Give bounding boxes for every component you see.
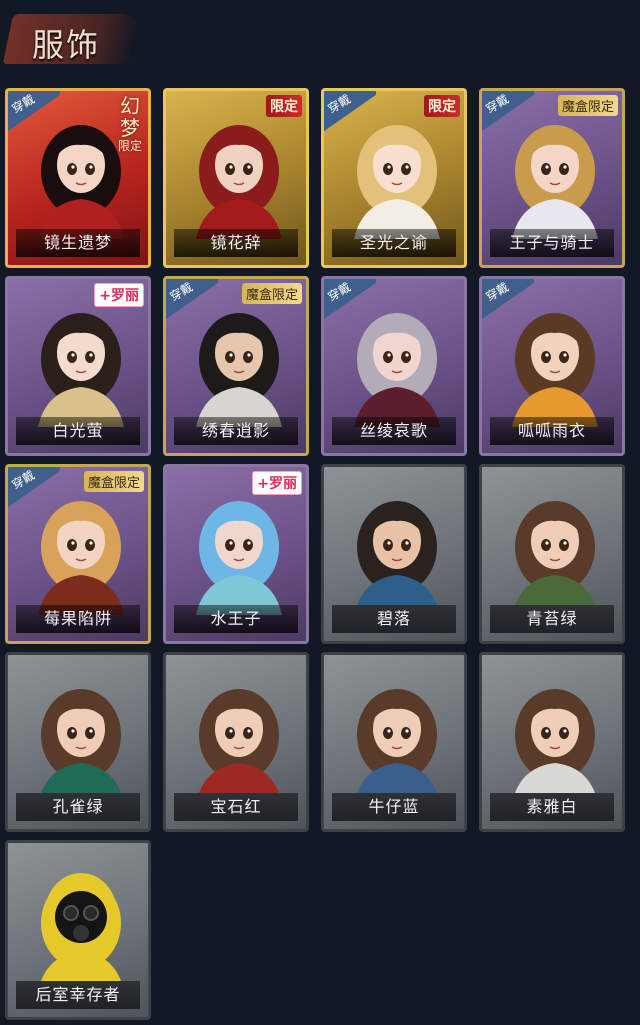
- costume-name: 孔雀绿: [16, 793, 140, 821]
- limited-tag: 限定: [424, 95, 460, 117]
- costume-name: 牛仔蓝: [332, 793, 456, 821]
- costume-name: 莓果陷阱: [16, 605, 140, 633]
- costume-name: 呱呱雨衣: [490, 417, 614, 445]
- costume-name: 丝绫哀歌: [332, 417, 456, 445]
- costume-card[interactable]: 牛仔蓝: [321, 652, 467, 832]
- character-portrait: [512, 689, 598, 803]
- wearing-badge: 穿戴: [166, 279, 218, 319]
- character-portrait: [196, 125, 282, 239]
- character-portrait: [38, 689, 124, 803]
- dream-limited-tag: 幻梦 限定: [117, 94, 142, 153]
- character-portrait: [196, 689, 282, 803]
- character-portrait: [196, 501, 282, 615]
- wearing-badge: 穿戴: [482, 279, 534, 319]
- character-portrait: [38, 313, 124, 427]
- costume-name: 镜生遗梦: [16, 229, 140, 257]
- costume-card[interactable]: 素雅白: [479, 652, 625, 832]
- costume-card[interactable]: 穿戴 魔盒限定绣春逍影: [163, 276, 309, 456]
- wearing-badge: 穿戴: [8, 91, 60, 131]
- costume-name: 绣春逍影: [174, 417, 298, 445]
- box-tag: 魔盒限定: [241, 283, 302, 304]
- character-portrait: [354, 501, 440, 615]
- character-portrait: [512, 501, 598, 615]
- lolita-tag: +罗丽: [252, 471, 302, 495]
- costume-card[interactable]: 穿戴 幻梦 限定镜生遗梦: [5, 88, 151, 268]
- costume-card[interactable]: +罗丽白光萤: [5, 276, 151, 456]
- character-portrait: [354, 689, 440, 803]
- costume-name: 白光萤: [16, 417, 140, 445]
- costume-card[interactable]: 青苔绿: [479, 464, 625, 644]
- header: 服饰: [0, 0, 640, 80]
- costume-card[interactable]: 限定镜花辞: [163, 88, 309, 268]
- costume-card[interactable]: +罗丽水王子: [163, 464, 309, 644]
- wearing-badge: 穿戴: [324, 91, 376, 131]
- wearing-badge: 穿戴: [8, 467, 60, 507]
- costume-name: 镜花辞: [174, 229, 298, 257]
- costume-name: 青苔绿: [490, 605, 614, 633]
- costume-name: 圣光之谕: [332, 229, 456, 257]
- box-tag: 魔盒限定: [83, 471, 144, 492]
- box-tag: 魔盒限定: [557, 95, 618, 116]
- costume-card[interactable]: 穿戴 魔盒限定莓果陷阱: [5, 464, 151, 644]
- page-title: 服饰: [32, 26, 101, 64]
- costume-card[interactable]: 宝石红: [163, 652, 309, 832]
- costume-card[interactable]: 碧落: [321, 464, 467, 644]
- costume-name: 宝石红: [174, 793, 298, 821]
- character-portrait: [38, 873, 124, 991]
- costume-name: 素雅白: [490, 793, 614, 821]
- limited-tag: 限定: [266, 95, 302, 117]
- costume-name: 水王子: [174, 605, 298, 633]
- costume-name: 碧落: [332, 605, 456, 633]
- costume-card[interactable]: 后室幸存者: [5, 840, 151, 1020]
- costume-name: 王子与骑士: [490, 229, 614, 257]
- costume-card[interactable]: 穿戴 魔盒限定王子与骑士: [479, 88, 625, 268]
- wearing-badge: 穿戴: [482, 91, 534, 131]
- lolita-tag: +罗丽: [94, 283, 144, 307]
- costume-card[interactable]: 孔雀绿: [5, 652, 151, 832]
- costume-card[interactable]: 穿戴 限定圣光之谕: [321, 88, 467, 268]
- costume-card[interactable]: 穿戴呱呱雨衣: [479, 276, 625, 456]
- costume-card[interactable]: 穿戴丝绫哀歌: [321, 276, 467, 456]
- wearing-badge: 穿戴: [324, 279, 376, 319]
- costume-name: 后室幸存者: [16, 981, 140, 1009]
